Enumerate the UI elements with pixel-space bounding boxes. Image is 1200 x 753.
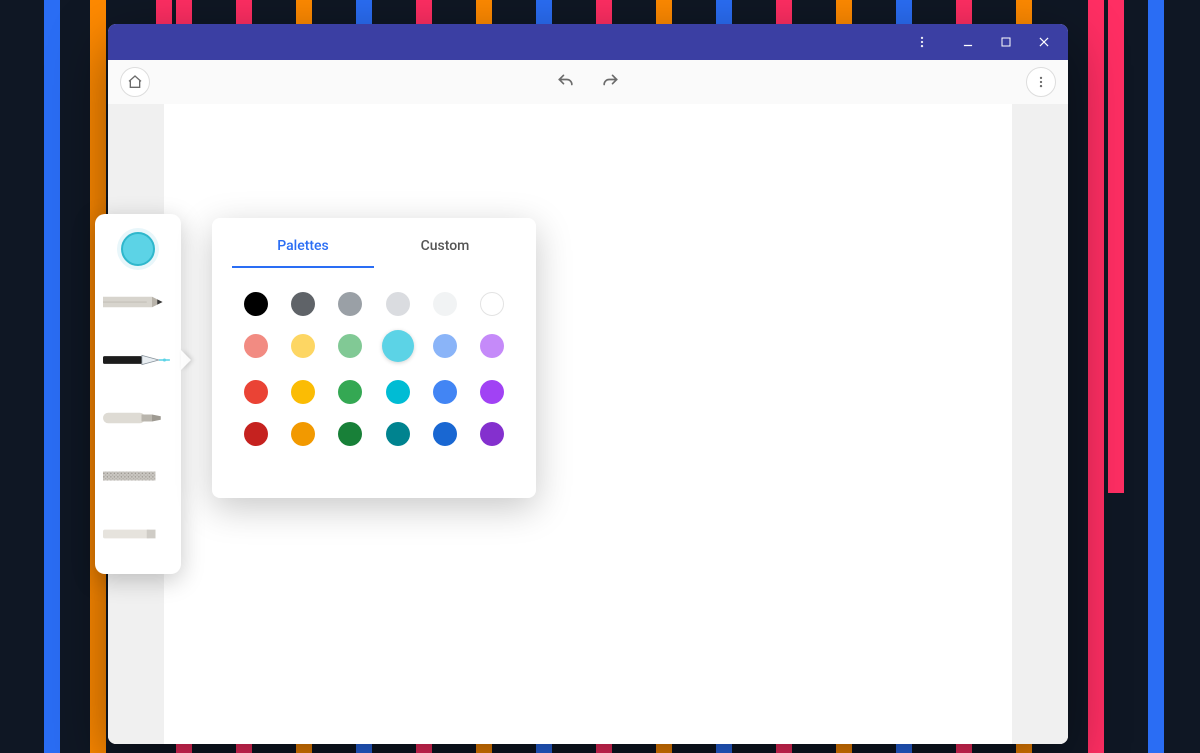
tool-pencil[interactable] [95,280,181,324]
wallpaper-stripe [1108,0,1124,493]
wallpaper-stripe [1088,0,1104,753]
color-swatch[interactable] [338,422,362,446]
tool-charcoal[interactable] [95,454,181,498]
color-swatch[interactable] [386,380,410,404]
toolbar-overflow-button[interactable] [1026,67,1056,97]
color-swatch[interactable] [433,334,457,358]
color-swatch[interactable] [338,380,362,404]
color-swatch[interactable] [291,292,315,316]
color-swatch[interactable] [480,422,504,446]
color-swatch[interactable] [433,292,457,316]
redo-button[interactable] [600,72,620,92]
current-color-swatch[interactable] [121,232,155,266]
undo-button[interactable] [556,72,576,92]
tool-fountain-pen[interactable] [95,338,181,382]
color-swatch[interactable] [433,422,457,446]
tool-dock [95,214,181,574]
palette-tabs: Palettes Custom [232,218,516,268]
app-toolbar [108,60,1068,104]
tab-custom[interactable]: Custom [374,238,516,268]
tool-marker[interactable] [95,396,181,440]
color-swatch[interactable] [244,292,268,316]
color-swatch[interactable] [291,380,315,404]
color-swatch[interactable] [433,380,457,404]
color-swatch[interactable] [386,422,410,446]
home-button[interactable] [120,67,150,97]
minimize-button[interactable] [950,24,986,60]
color-swatch[interactable] [480,380,504,404]
close-button[interactable] [1026,24,1062,60]
wallpaper-stripe [44,0,60,753]
tab-palettes[interactable]: Palettes [232,238,374,268]
color-swatch[interactable] [382,330,414,362]
color-palette-popup: Palettes Custom [212,218,536,498]
color-grid [232,292,516,446]
maximize-button[interactable] [988,24,1024,60]
color-swatch[interactable] [244,380,268,404]
color-swatch[interactable] [244,422,268,446]
color-swatch[interactable] [480,334,504,358]
color-swatch[interactable] [244,334,268,358]
wallpaper-stripe [1148,0,1164,753]
tool-eraser[interactable] [95,512,181,556]
color-swatch[interactable] [291,334,315,358]
titlebar-more-icon[interactable] [904,24,940,60]
color-swatch[interactable] [338,292,362,316]
color-swatch[interactable] [480,292,504,316]
color-swatch[interactable] [338,334,362,358]
color-swatch[interactable] [291,422,315,446]
right-gutter [1012,104,1068,744]
window-titlebar[interactable] [108,24,1068,60]
color-swatch[interactable] [386,292,410,316]
